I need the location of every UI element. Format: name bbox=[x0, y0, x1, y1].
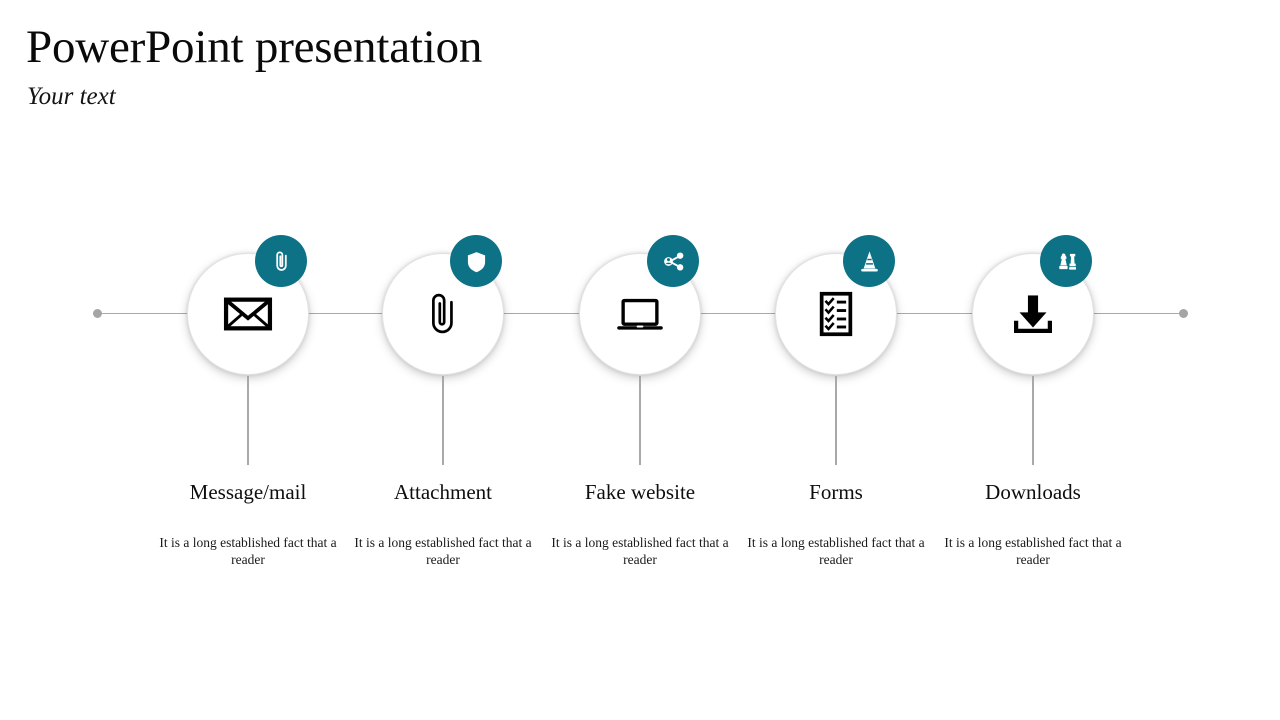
timeline-axis-dot-right bbox=[1179, 309, 1188, 318]
step-node-1[interactable] bbox=[187, 235, 309, 375]
step-stem-3 bbox=[639, 376, 642, 465]
step-badge-5[interactable] bbox=[1040, 235, 1092, 287]
step-stem-4 bbox=[835, 376, 838, 465]
step-stem-5 bbox=[1032, 376, 1035, 465]
step-stem-1 bbox=[247, 376, 250, 465]
step-description-3: It is a long established fact that a rea… bbox=[551, 535, 729, 568]
step-label-4: Forms bbox=[809, 480, 863, 504]
timeline-step-downloads[interactable]: Downloads It is a long established fact … bbox=[935, 0, 1131, 720]
step-badge-2[interactable] bbox=[450, 235, 502, 287]
step-node-4[interactable] bbox=[775, 235, 897, 375]
paperclip-icon bbox=[275, 251, 287, 271]
timeline-step-forms[interactable]: Forms It is a long established fact that… bbox=[738, 0, 934, 720]
checklist-icon bbox=[819, 291, 853, 337]
paperclip-icon bbox=[432, 293, 453, 334]
timeline-step-attachment[interactable]: Attachment It is a long established fact… bbox=[345, 0, 541, 720]
step-description-5: It is a long established fact that a rea… bbox=[944, 535, 1122, 568]
timeline-diagram: Message/mail It is a long established fa… bbox=[0, 0, 1280, 720]
step-badge-4[interactable] bbox=[843, 235, 895, 287]
chess-pieces-icon bbox=[1058, 252, 1076, 270]
step-stem-2 bbox=[442, 376, 445, 465]
step-description-2: It is a long established fact that a rea… bbox=[354, 535, 532, 568]
step-label-3: Fake website bbox=[584, 480, 696, 504]
step-description-4: It is a long established fact that a rea… bbox=[747, 535, 925, 568]
step-node-2[interactable] bbox=[382, 235, 504, 375]
step-node-5[interactable] bbox=[972, 235, 1094, 375]
step-label-1: Message/mail bbox=[189, 480, 307, 504]
timeline-step-fake-website[interactable]: Fake website It is a long established fa… bbox=[542, 0, 738, 720]
shield-icon bbox=[467, 251, 485, 272]
share-network-icon bbox=[663, 251, 683, 271]
envelope-icon bbox=[223, 297, 273, 331]
step-label-2: Attachment bbox=[394, 480, 492, 504]
laptop-icon bbox=[617, 298, 663, 330]
step-label-5: Downloads bbox=[985, 480, 1081, 504]
traffic-cone-icon bbox=[860, 250, 878, 271]
timeline-axis-dot-left bbox=[93, 309, 102, 318]
step-description-1: It is a long established fact that a rea… bbox=[159, 535, 337, 568]
timeline-step-message-mail[interactable]: Message/mail It is a long established fa… bbox=[150, 0, 346, 720]
step-badge-3[interactable] bbox=[647, 235, 699, 287]
step-node-3[interactable] bbox=[579, 235, 701, 375]
step-badge-1[interactable] bbox=[255, 235, 307, 287]
download-icon bbox=[1014, 295, 1052, 333]
